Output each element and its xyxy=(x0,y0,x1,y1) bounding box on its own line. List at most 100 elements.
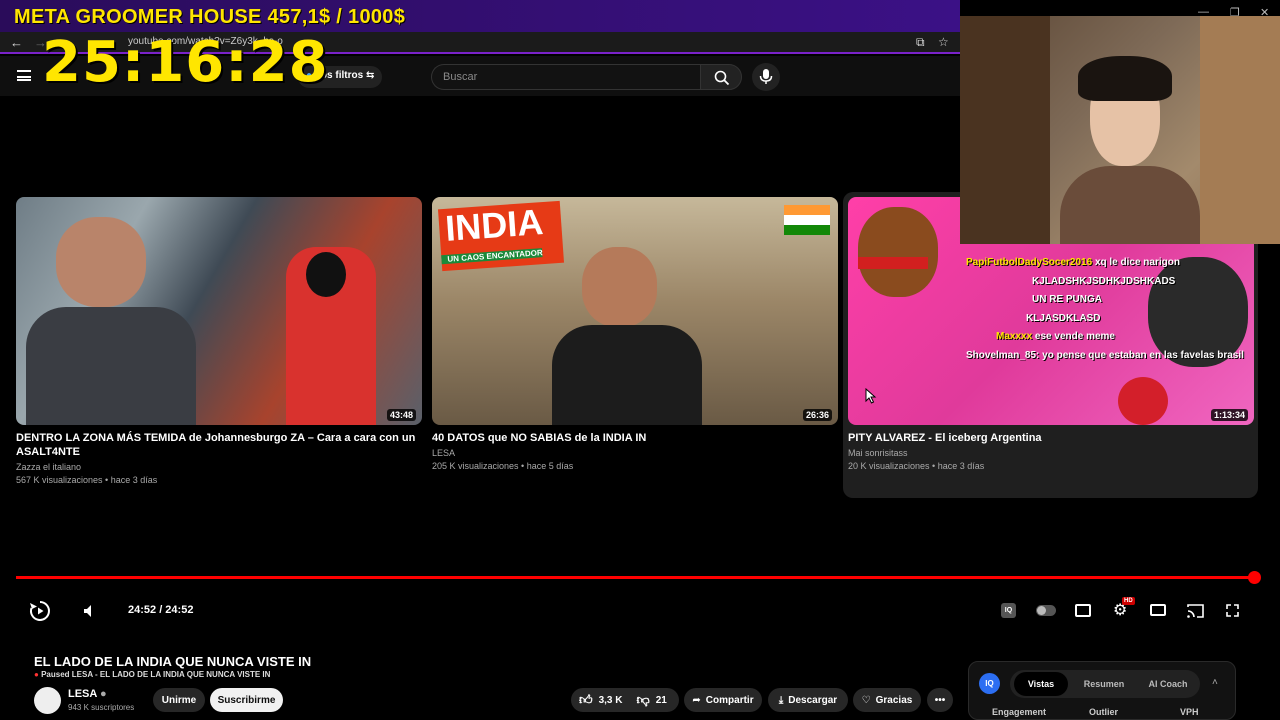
streamer-shirt xyxy=(1060,166,1200,244)
share-icon: ➦ xyxy=(692,694,701,706)
chat-text: KLJASDKLASD xyxy=(1026,312,1101,324)
share-label: Compartir xyxy=(705,694,754,706)
headband xyxy=(858,257,928,269)
person-shirt xyxy=(26,307,196,425)
webcam-feed xyxy=(960,16,1280,244)
like-dislike-group: 👍︎ 3,3 K 👎︎ 21 xyxy=(571,688,679,712)
playback-time: 24:52 / 24:52 xyxy=(128,604,194,616)
channel-avatar[interactable] xyxy=(34,687,61,714)
thanks-label: Gracias xyxy=(875,694,913,706)
thumbs-down-icon[interactable]: 👎︎ xyxy=(637,692,650,708)
door xyxy=(1200,16,1280,244)
miniplayer-icon[interactable] xyxy=(1150,604,1166,616)
video-channel[interactable]: Zazza el italiano xyxy=(16,461,422,474)
sliders-icon: ⇆ xyxy=(365,70,375,81)
tab-vistas[interactable]: Vistas xyxy=(1014,672,1068,696)
chat-message: UN RE PUNGA xyxy=(966,291,1256,310)
tab-resumen[interactable]: Resumen xyxy=(1076,672,1132,696)
video-meta: 567 K visualizaciones • hace 3 días xyxy=(16,475,158,485)
search-placeholder: Buscar xyxy=(443,71,478,83)
video-card[interactable]: INDIA UN CAOS ENCANTADOR 26:36 40 DATOS … xyxy=(432,197,838,473)
india-banner-subtitle: UN CAOS ENCANTADOR xyxy=(441,248,543,265)
iq-extension-icon[interactable]: IQ xyxy=(1001,603,1016,618)
video-title[interactable]: DENTRO LA ZONA MÁS TEMIDA de Johannesbur… xyxy=(16,431,422,459)
logo-badge xyxy=(1118,377,1168,425)
video-duration: 1:13:34 xyxy=(1210,409,1248,421)
chat-message: KJLADSHKJSDHKJDSHKADS xyxy=(966,273,1256,292)
video-title[interactable]: 40 DATOS que NO SABIAS de la INDIA IN xyxy=(432,431,838,445)
autoplay-toggle[interactable] xyxy=(1036,605,1056,616)
hd-badge: HD xyxy=(1122,597,1135,605)
replay-icon[interactable] xyxy=(28,599,52,623)
person-hair xyxy=(858,207,938,297)
subscriber-count: 943 K suscriptores xyxy=(68,703,135,712)
video-duration: 43:48 xyxy=(386,409,416,421)
stream-chat-overlay: PapiFutbolDadySocer2016 xq le dice narig… xyxy=(966,254,1256,365)
join-button[interactable]: Unirme xyxy=(153,688,205,712)
more-dots-icon: ••• xyxy=(934,694,946,706)
person-figure xyxy=(56,217,146,307)
progress-fill xyxy=(16,576,1254,579)
channel-name-text: LESA xyxy=(68,688,97,700)
verified-icon: ● xyxy=(100,688,107,700)
download-button[interactable]: ⤓ Descargar xyxy=(768,688,848,712)
paused-status: ● Paused LESA - EL LADO DE LA INDIA QUE … xyxy=(34,670,270,679)
video-meta: 20 K visualizaciones • hace 3 días xyxy=(848,461,985,471)
fullscreen-icon[interactable] xyxy=(1226,604,1239,617)
install-app-icon[interactable]: ⧉ xyxy=(916,35,925,50)
download-icon: ⤓ xyxy=(778,694,784,706)
collapse-chevron-icon[interactable]: ˄ xyxy=(1212,677,1218,688)
progress-bar[interactable] xyxy=(16,576,1254,579)
video-title[interactable]: PITY ALVAREZ - El iceberg Argentina xyxy=(848,431,1254,445)
hamburger-menu-icon[interactable] xyxy=(17,70,31,81)
channel-name[interactable]: LESA ● xyxy=(68,688,107,700)
thumbs-up-icon[interactable]: 👍︎ xyxy=(579,692,593,708)
person-face xyxy=(582,247,657,327)
search-icon xyxy=(714,70,730,86)
mouse-cursor-icon xyxy=(865,388,877,404)
video-card[interactable]: 43:48 DENTRO LA ZONA MÁS TEMIDA de Johan… xyxy=(16,197,422,487)
chat-username: Shovelman_85: xyxy=(966,349,1040,361)
video-duration: 26:36 xyxy=(802,409,832,421)
search-input[interactable]: Buscar xyxy=(431,64,701,90)
download-label: Descargar xyxy=(788,694,838,706)
stat-outlier: Outlier xyxy=(1089,707,1119,717)
video-thumbnail[interactable]: INDIA UN CAOS ENCANTADOR 26:36 xyxy=(432,197,838,425)
thanks-icon: ♡ xyxy=(861,694,871,706)
video-thumbnail[interactable]: 43:48 xyxy=(16,197,422,425)
balaclava xyxy=(306,252,346,297)
vidiq-badge[interactable]: IQ xyxy=(979,673,1000,694)
search-button[interactable] xyxy=(700,64,742,90)
india-banner: INDIA UN CAOS ENCANTADOR xyxy=(437,200,565,272)
india-flag-icon xyxy=(784,205,830,235)
bookmark-star-icon[interactable]: ☆ xyxy=(938,35,949,49)
thanks-button[interactable]: ♡ Gracias xyxy=(853,688,921,712)
chat-username: PapiFutbolDadySocer2016 xyxy=(966,257,1093,268)
video-channel[interactable]: LESA xyxy=(432,447,838,460)
chat-message: Maxxxx ese vende meme xyxy=(966,328,1256,347)
like-count[interactable]: 3,3 K xyxy=(599,695,623,706)
more-actions-button[interactable]: ••• xyxy=(927,688,953,712)
tab-ai-coach[interactable]: AI Coach xyxy=(1140,672,1196,696)
volume-icon[interactable] xyxy=(82,603,98,619)
stat-engagement: Engagement xyxy=(992,707,1047,717)
back-icon[interactable]: ← xyxy=(10,35,23,50)
share-button[interactable]: ➦ Compartir xyxy=(684,688,762,712)
video-meta: 205 K visualizaciones • hace 5 días xyxy=(432,461,574,471)
chat-username: Maxxxx xyxy=(996,331,1033,342)
subtitles-icon[interactable] xyxy=(1075,604,1091,617)
subscribe-button[interactable]: Suscribirme xyxy=(210,688,283,712)
video-channel[interactable]: Mai sonrisitass xyxy=(848,447,1254,460)
chat-text: ese vende meme xyxy=(1034,331,1115,342)
progress-scrubber[interactable] xyxy=(1248,571,1261,584)
chat-message: PapiFutbolDadySocer2016 xq le dice narig… xyxy=(966,254,1256,273)
chat-message: Shovelman_85: yo pense que estaban en la… xyxy=(966,347,1256,366)
stream-goal-title: META GROOMER HOUSE 457,1$ / 1000$ xyxy=(14,6,406,28)
chat-text: yo pense que estaban en las favelas bras… xyxy=(1042,349,1244,361)
voice-search-button[interactable] xyxy=(752,63,780,91)
dislike-count[interactable]: 21 xyxy=(656,695,667,706)
cast-icon[interactable] xyxy=(1187,603,1204,618)
stat-vph: VPH xyxy=(1180,707,1199,717)
india-banner-text: INDIA xyxy=(443,201,545,249)
toggle-knob xyxy=(1037,606,1046,615)
